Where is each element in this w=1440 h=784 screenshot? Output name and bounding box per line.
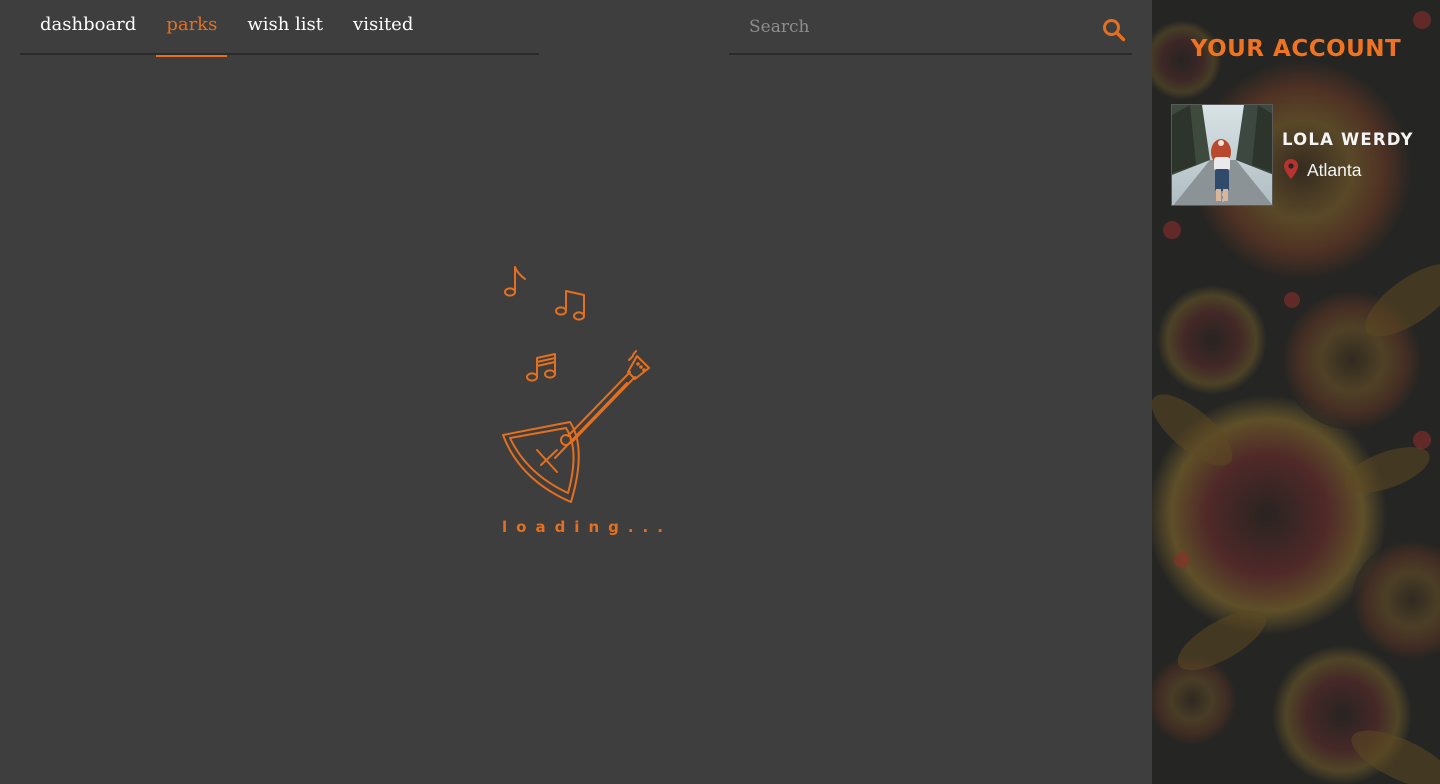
app-root: dashboard parks wish list visited Search…	[0, 0, 1440, 784]
user-avatar-photo	[1172, 105, 1272, 205]
balalaika-icon	[502, 266, 650, 503]
music-notes-icon	[555, 290, 585, 321]
music-note-icon	[504, 266, 526, 297]
balalaika-body	[502, 350, 650, 503]
tab-wish-list[interactable]: wish list	[237, 0, 333, 55]
avatar[interactable]	[1171, 104, 1273, 206]
account-panel: YOUR ACCOUNT LOLA WERDY Atlanta	[1152, 0, 1440, 784]
loading-text: loading...	[502, 518, 672, 536]
account-title: YOUR ACCOUNT	[1190, 36, 1402, 62]
map-pin-icon	[1284, 158, 1298, 179]
loading-indicator	[495, 260, 665, 545]
user-name[interactable]: LOLA WERDY	[1282, 130, 1414, 149]
tab-dashboard[interactable]: dashboard	[20, 0, 146, 55]
location-label: Atlanta	[1307, 160, 1362, 180]
main-nav: dashboard parks wish list visited	[20, 0, 539, 57]
search-bar	[729, 0, 1132, 55]
tab-visited[interactable]: visited	[343, 0, 423, 55]
tab-parks[interactable]: parks	[156, 0, 228, 57]
music-notes-icon	[526, 353, 556, 382]
search-input[interactable]	[729, 12, 1089, 42]
user-location: Atlanta	[1284, 158, 1362, 181]
search-icon[interactable]	[1102, 18, 1126, 42]
